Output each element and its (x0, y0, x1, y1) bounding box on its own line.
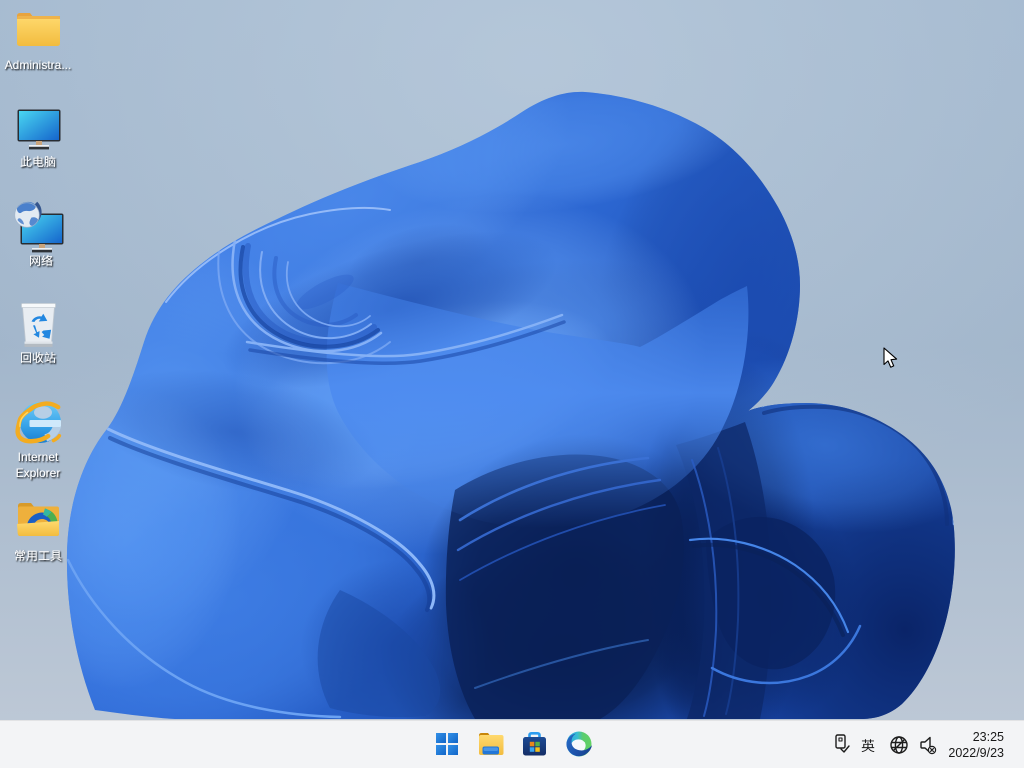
svg-text:Internet: Internet (18, 450, 59, 464)
svg-text:Administra...: Administra... (5, 58, 72, 72)
svg-text:2022/9/23: 2022/9/23 (948, 746, 1004, 760)
svg-text:Explorer: Explorer (16, 466, 61, 480)
svg-text:23:25: 23:25 (973, 730, 1004, 744)
